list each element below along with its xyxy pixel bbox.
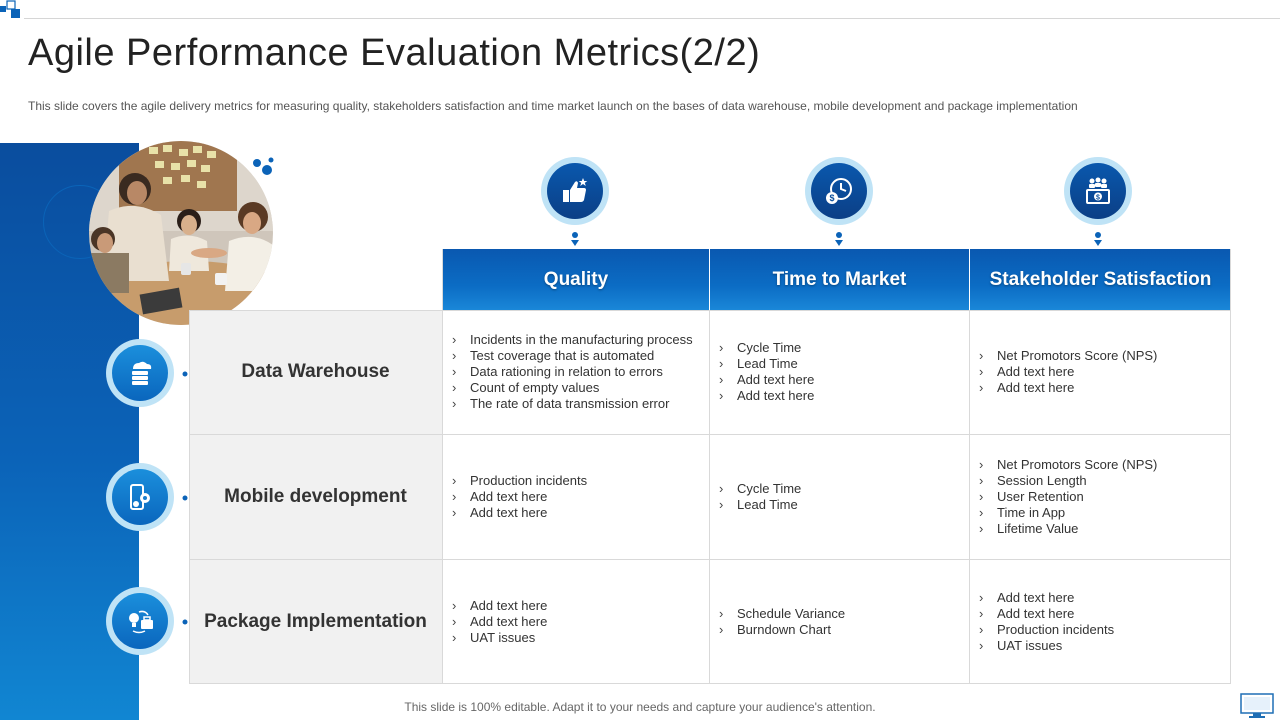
- stakeholder-column-pin-icon: [1093, 231, 1103, 247]
- list-item: Add text here: [452, 489, 709, 505]
- quality-column-icon-badge: [541, 157, 609, 225]
- column-header-stakeholder-satisfaction: Stakeholder Satisfaction: [969, 249, 1231, 310]
- footer-note: This slide is 100% editable. Adapt it to…: [0, 700, 1280, 714]
- list-item: Add text here: [452, 598, 709, 614]
- list-item: Count of empty values: [452, 380, 709, 396]
- list-item: Add text here: [719, 372, 969, 388]
- list-item: Schedule Variance: [719, 606, 969, 622]
- grid-line: [189, 310, 190, 684]
- grid-line: [189, 310, 1231, 311]
- list-item: User Retention: [979, 489, 1231, 505]
- cell-mobile-development-time-to-market: Cycle TimeLead Time: [709, 434, 969, 559]
- bullet-list: Schedule VarianceBurndown Chart: [719, 606, 969, 638]
- list-item: Lead Time: [719, 356, 969, 372]
- decorative-dots: [252, 157, 276, 177]
- cell-package-implementation-stakeholder: Add text hereAdd text hereProduction inc…: [969, 559, 1231, 684]
- bullet-list: Cycle TimeLead TimeAdd text hereAdd text…: [719, 340, 969, 404]
- page-subtitle: This slide covers the agile delivery met…: [28, 99, 1078, 113]
- time-to-market-column-icon-badge: $: [805, 157, 873, 225]
- grid-line: [709, 310, 710, 684]
- grid-line: [189, 559, 1231, 560]
- list-item: Add text here: [452, 614, 709, 630]
- cell-package-implementation-time-to-market: Schedule VarianceBurndown Chart: [709, 559, 969, 684]
- column-header-quality: Quality: [442, 249, 709, 310]
- grid-line: [1230, 249, 1231, 684]
- list-item: Net Promotors Score (NPS): [979, 457, 1231, 473]
- cell-package-implementation-quality: Add text hereAdd text hereUAT issues: [442, 559, 709, 684]
- bullet-list: Add text hereAdd text hereProduction inc…: [979, 590, 1231, 654]
- svg-text:$: $: [829, 193, 834, 203]
- cell-data-warehouse-time-to-market: Cycle TimeLead TimeAdd text hereAdd text…: [709, 310, 969, 434]
- row-label-data-warehouse: Data Warehouse: [189, 310, 442, 434]
- list-item: Lead Time: [719, 497, 969, 513]
- cell-mobile-development-quality: Production incidentsAdd text hereAdd tex…: [442, 434, 709, 559]
- list-item: Production incidents: [979, 622, 1231, 638]
- list-item: Lifetime Value: [979, 521, 1231, 537]
- bullet-list: Net Promotors Score (NPS)Add text hereAd…: [979, 348, 1231, 396]
- data-warehouse-row-icon-badge: [106, 339, 174, 407]
- grid-line: [189, 434, 1231, 435]
- bullet-list: Incidents in the manufacturing processTe…: [452, 332, 709, 412]
- cell-data-warehouse-quality: Incidents in the manufacturing processTe…: [442, 310, 709, 434]
- list-item: Add text here: [719, 388, 969, 404]
- list-item: UAT issues: [979, 638, 1231, 654]
- clock-dollar-icon: $: [824, 176, 854, 206]
- list-item: Test coverage that is automated: [452, 348, 709, 364]
- cloud-server-icon: [125, 358, 155, 388]
- cell-data-warehouse-stakeholder: Net Promotors Score (NPS)Add text hereAd…: [969, 310, 1231, 434]
- list-item: UAT issues: [452, 630, 709, 646]
- grid-line: [969, 310, 970, 684]
- quality-column-pin-icon: [570, 231, 580, 247]
- list-item: Data rationing in relation to errors: [452, 364, 709, 380]
- mobile-gear-icon: [125, 482, 155, 512]
- list-item: Session Length: [979, 473, 1231, 489]
- column-header-time-to-market: Time to Market: [709, 249, 969, 310]
- list-item: The rate of data transmission error: [452, 396, 709, 412]
- bullet-list: Cycle TimeLead Time: [719, 481, 969, 513]
- top-rule: [24, 18, 1280, 19]
- list-item: Cycle Time: [719, 340, 969, 356]
- list-item: Production incidents: [452, 473, 709, 489]
- page-title: Agile Performance Evaluation Metrics(2/2…: [28, 32, 760, 75]
- svg-text:$: $: [1096, 195, 1100, 202]
- list-item: Incidents in the manufacturing process: [452, 332, 709, 348]
- metrics-table: Quality Time to Market Stakeholder Satis…: [189, 249, 1231, 684]
- list-item: Add text here: [452, 505, 709, 521]
- list-item: Net Promotors Score (NPS): [979, 348, 1231, 364]
- list-item: Add text here: [979, 606, 1231, 622]
- list-item: Add text here: [979, 590, 1231, 606]
- thumbs-up-star-icon: [560, 176, 590, 206]
- package-implementation-row-icon-badge: [106, 587, 174, 655]
- team-money-icon: $: [1083, 176, 1113, 206]
- row-label-package-implementation: Package Implementation: [189, 559, 442, 684]
- row-label-mobile-development: Mobile development: [189, 434, 442, 559]
- cell-mobile-development-stakeholder: Net Promotors Score (NPS)Session LengthU…: [969, 434, 1231, 559]
- bullet-list: Production incidentsAdd text hereAdd tex…: [452, 473, 709, 521]
- list-item: Time in App: [979, 505, 1231, 521]
- stakeholder-column-icon-badge: $: [1064, 157, 1132, 225]
- time-to-market-column-pin-icon: [834, 231, 844, 247]
- mobile-development-row-icon-badge: [106, 463, 174, 531]
- corner-logo-icon: [0, 0, 26, 20]
- list-item: Add text here: [979, 380, 1231, 396]
- bullet-list: Add text hereAdd text hereUAT issues: [452, 598, 709, 646]
- bullet-list: Net Promotors Score (NPS)Session LengthU…: [979, 457, 1231, 537]
- bulb-briefcase-icon: [125, 606, 155, 636]
- grid-line: [442, 249, 443, 684]
- list-item: Cycle Time: [719, 481, 969, 497]
- monitor-icon: [1240, 693, 1274, 719]
- list-item: Add text here: [979, 364, 1231, 380]
- list-item: Burndown Chart: [719, 622, 969, 638]
- grid-line: [189, 683, 1231, 684]
